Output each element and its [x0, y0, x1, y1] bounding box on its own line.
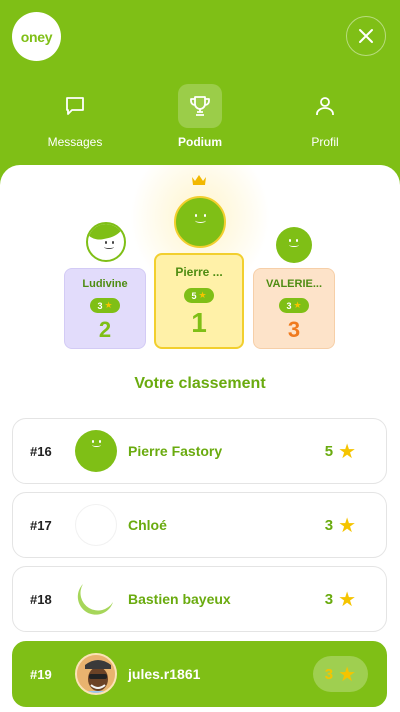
avatar [75, 653, 117, 695]
leaderboard-row[interactable]: #17 Chloé 3 ★ [12, 492, 387, 558]
star-icon: ★ [293, 300, 302, 310]
row-score: 5 ★ [313, 433, 368, 469]
tab-podium-label: Podium [178, 135, 222, 149]
avatar-second [86, 222, 126, 262]
row-score-value: 5 [324, 442, 334, 460]
podium-third-stars: 3 ★ [279, 298, 309, 313]
star-icon: ★ [338, 514, 356, 537]
podium-first-stars: 5 ★ [184, 288, 214, 303]
oney-logo: oney [12, 12, 61, 61]
row-score: 3 ★ [313, 581, 368, 617]
podium-third[interactable]: VALERIE... 3 ★ 3 [253, 268, 335, 349]
row-score: 3 ★ [312, 656, 368, 692]
row-score-value: 3 [324, 590, 334, 608]
logo-text: oney [20, 28, 53, 45]
podium-third-rank: 3 [287, 317, 301, 342]
star-icon: ★ [338, 663, 356, 686]
podium-first[interactable]: Pierre ... 5 ★ 1 [154, 253, 244, 349]
star-icon: ★ [104, 300, 113, 310]
podium-second-rank: 2 [98, 317, 112, 342]
podium-first-rank: 1 [191, 307, 207, 338]
podium-second-name: Ludivine [82, 278, 128, 290]
ranking-title: Votre classement [134, 375, 266, 392]
podium-panel: Ludivine 3 ★ 2 Pierre ... 5 ★ 1 VALERIE...… [0, 165, 400, 712]
podium-third-stars-count: 3 [286, 300, 292, 311]
avatar-third [276, 227, 312, 263]
avatar-shape [77, 584, 113, 615]
close-icon [359, 29, 373, 43]
tab-messages[interactable]: Messages [20, 84, 130, 149]
tab-profil-label: Profil [311, 135, 339, 149]
avatar-photo [77, 655, 115, 693]
chat-icon [53, 84, 97, 128]
star-icon: ★ [338, 588, 356, 611]
row-score-value: 3 [324, 516, 334, 534]
avatar [75, 430, 117, 472]
podium-second-stars: 3 ★ [90, 298, 120, 313]
row-name: Bastien bayeux [128, 591, 231, 607]
user-icon [303, 84, 347, 128]
podium-first-stars-count: 5 [191, 290, 197, 301]
avatar [75, 578, 117, 620]
crown-icon [192, 175, 206, 185]
podium-second[interactable]: Ludivine 3 ★ 2 [64, 268, 146, 349]
row-rank: #18 [30, 591, 52, 607]
tab-bar: Messages Podium Profil [0, 84, 400, 154]
app-header: oney Messages Podium Profil [0, 0, 400, 175]
leaderboard-row[interactable]: #16 Pierre Fastory 5 ★ [12, 418, 387, 484]
row-rank: #19 [30, 666, 52, 682]
row-rank: #16 [30, 443, 52, 459]
star-icon: ★ [198, 290, 207, 300]
row-name: Pierre Fastory [128, 443, 223, 459]
podium-first-name: Pierre ... [175, 265, 223, 279]
close-button[interactable] [346, 16, 386, 56]
star-icon: ★ [338, 440, 356, 463]
podium-second-stars-count: 3 [97, 300, 103, 311]
row-score: 3 ★ [313, 507, 368, 543]
tab-messages-label: Messages [47, 135, 103, 149]
tab-podium[interactable]: Podium [145, 84, 255, 149]
avatar [75, 504, 117, 546]
leaderboard-row-current-user[interactable]: #19 jules.r1861 3 ★ [12, 641, 387, 707]
avatar-first [174, 196, 226, 248]
podium-third-name: VALERIE... [265, 278, 323, 290]
trophy-icon [178, 84, 222, 128]
row-score-value: 3 [324, 665, 334, 683]
leaderboard-row[interactable]: #18 Bastien bayeux 3 ★ [12, 566, 387, 632]
row-rank: #17 [30, 517, 52, 533]
tab-profil[interactable]: Profil [270, 84, 380, 149]
row-name: Chloé [128, 517, 167, 533]
row-name: jules.r1861 [128, 666, 201, 682]
